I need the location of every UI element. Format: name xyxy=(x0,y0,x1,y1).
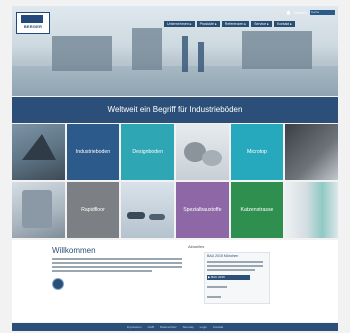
footer: Impressum AGB Datenschutz Sitemap Login … xyxy=(12,323,338,331)
tile-label: Designboden xyxy=(132,149,163,155)
tile-showroom-photo[interactable] xyxy=(121,182,174,238)
tile-katzenstrasse[interactable]: Katzenstrasse xyxy=(230,182,284,238)
tile-spezialbaustoffe[interactable]: Spezialbaustoffe xyxy=(176,182,229,238)
main-navigation: Unternehmen ▸ Produkte ▸ Referenzen ▸ Se… xyxy=(164,21,295,27)
welcome-text-line xyxy=(52,270,152,272)
news-title[interactable]: BAU 2015 München xyxy=(207,254,238,258)
welcome-text-line xyxy=(52,262,182,264)
product-tile-grid: Industrieboden Designboden Microtop Rapi… xyxy=(12,124,338,239)
footer-link-sitemap[interactable]: Sitemap xyxy=(183,325,194,329)
tile-floor-photo[interactable] xyxy=(285,124,338,180)
logo-mark xyxy=(21,15,43,23)
utility-bar: Deutsch Suche xyxy=(286,10,335,15)
nav-item-produkte[interactable]: Produkte ▸ xyxy=(196,21,220,27)
news-more-button[interactable]: ▶ BAU 2015 xyxy=(207,275,250,280)
footer-link-datenschutz[interactable]: Datenschutz xyxy=(160,325,177,329)
nav-item-kontakt[interactable]: Kontakt ▸ xyxy=(273,21,295,27)
hero-machine xyxy=(132,28,162,70)
news-text-line xyxy=(207,296,221,298)
car-shape xyxy=(149,214,166,220)
tile-architecture-photo[interactable] xyxy=(12,124,65,180)
search-input[interactable]: Suche xyxy=(309,10,335,15)
footer-link-impressum[interactable]: Impressum xyxy=(127,325,142,329)
hero-image: BERGER Deutsch Suche Unternehmen ▸ Produ… xyxy=(12,6,338,96)
main-content: Willkommen Aktuelles BAU 2015 München ▶ … xyxy=(12,240,338,322)
tile-corridor-photo[interactable] xyxy=(285,182,338,238)
nav-item-unternehmen[interactable]: Unternehmen ▸ xyxy=(164,21,195,27)
news-text-line xyxy=(207,269,255,271)
tile-machinery-photo[interactable] xyxy=(176,124,229,180)
tile-rapidfloor[interactable]: Rapidfloor xyxy=(66,182,120,238)
tile-label: Katzenstrasse xyxy=(240,207,274,213)
tile-microtop[interactable]: Microtop xyxy=(230,124,284,180)
logo-text: BERGER xyxy=(23,24,43,29)
company-logo[interactable]: BERGER xyxy=(16,12,50,34)
welcome-title: Willkommen xyxy=(52,246,96,255)
tile-industrieboden[interactable]: Industrieboden xyxy=(66,124,120,180)
news-text-line xyxy=(207,286,227,288)
tile-hall-photo[interactable] xyxy=(12,182,65,238)
tagline-banner: Weltweit ein Begriff für Industrieböden xyxy=(12,97,338,123)
footer-link-login[interactable]: Login xyxy=(200,325,207,329)
tile-label: Spezialbaustoffe xyxy=(183,207,222,213)
hero-ladder xyxy=(182,36,188,72)
welcome-text-line xyxy=(52,258,182,260)
tile-label: Rapidfloor xyxy=(81,207,105,213)
tile-designboden[interactable]: Designboden xyxy=(121,124,174,180)
footer-link-kontakt[interactable]: Kontakt xyxy=(213,325,223,329)
welcome-text-line xyxy=(52,266,182,268)
tile-label: Industrieboden xyxy=(75,149,111,155)
nav-item-service[interactable]: Service ▸ xyxy=(251,21,272,27)
hall-shape xyxy=(22,190,52,228)
tile-label: Microtop xyxy=(247,149,267,155)
machine-shape xyxy=(202,150,222,166)
certificate-badge-icon[interactable] xyxy=(52,278,64,290)
news-text-line xyxy=(207,261,263,263)
hero-machine xyxy=(242,31,312,69)
home-icon[interactable] xyxy=(286,10,291,15)
news-text-line xyxy=(207,265,263,267)
hero-machine xyxy=(52,36,112,71)
footer-link-agb[interactable]: AGB xyxy=(148,325,154,329)
hero-ladder xyxy=(198,42,204,72)
news-heading: Aktuelles xyxy=(188,244,205,249)
news-card: BAU 2015 München ▶ BAU 2015 xyxy=(204,252,270,304)
building-shape xyxy=(22,134,56,160)
language-link[interactable]: Deutsch xyxy=(294,11,307,15)
nav-item-referenzen[interactable]: Referenzen ▸ xyxy=(221,21,250,27)
car-shape xyxy=(127,212,146,219)
